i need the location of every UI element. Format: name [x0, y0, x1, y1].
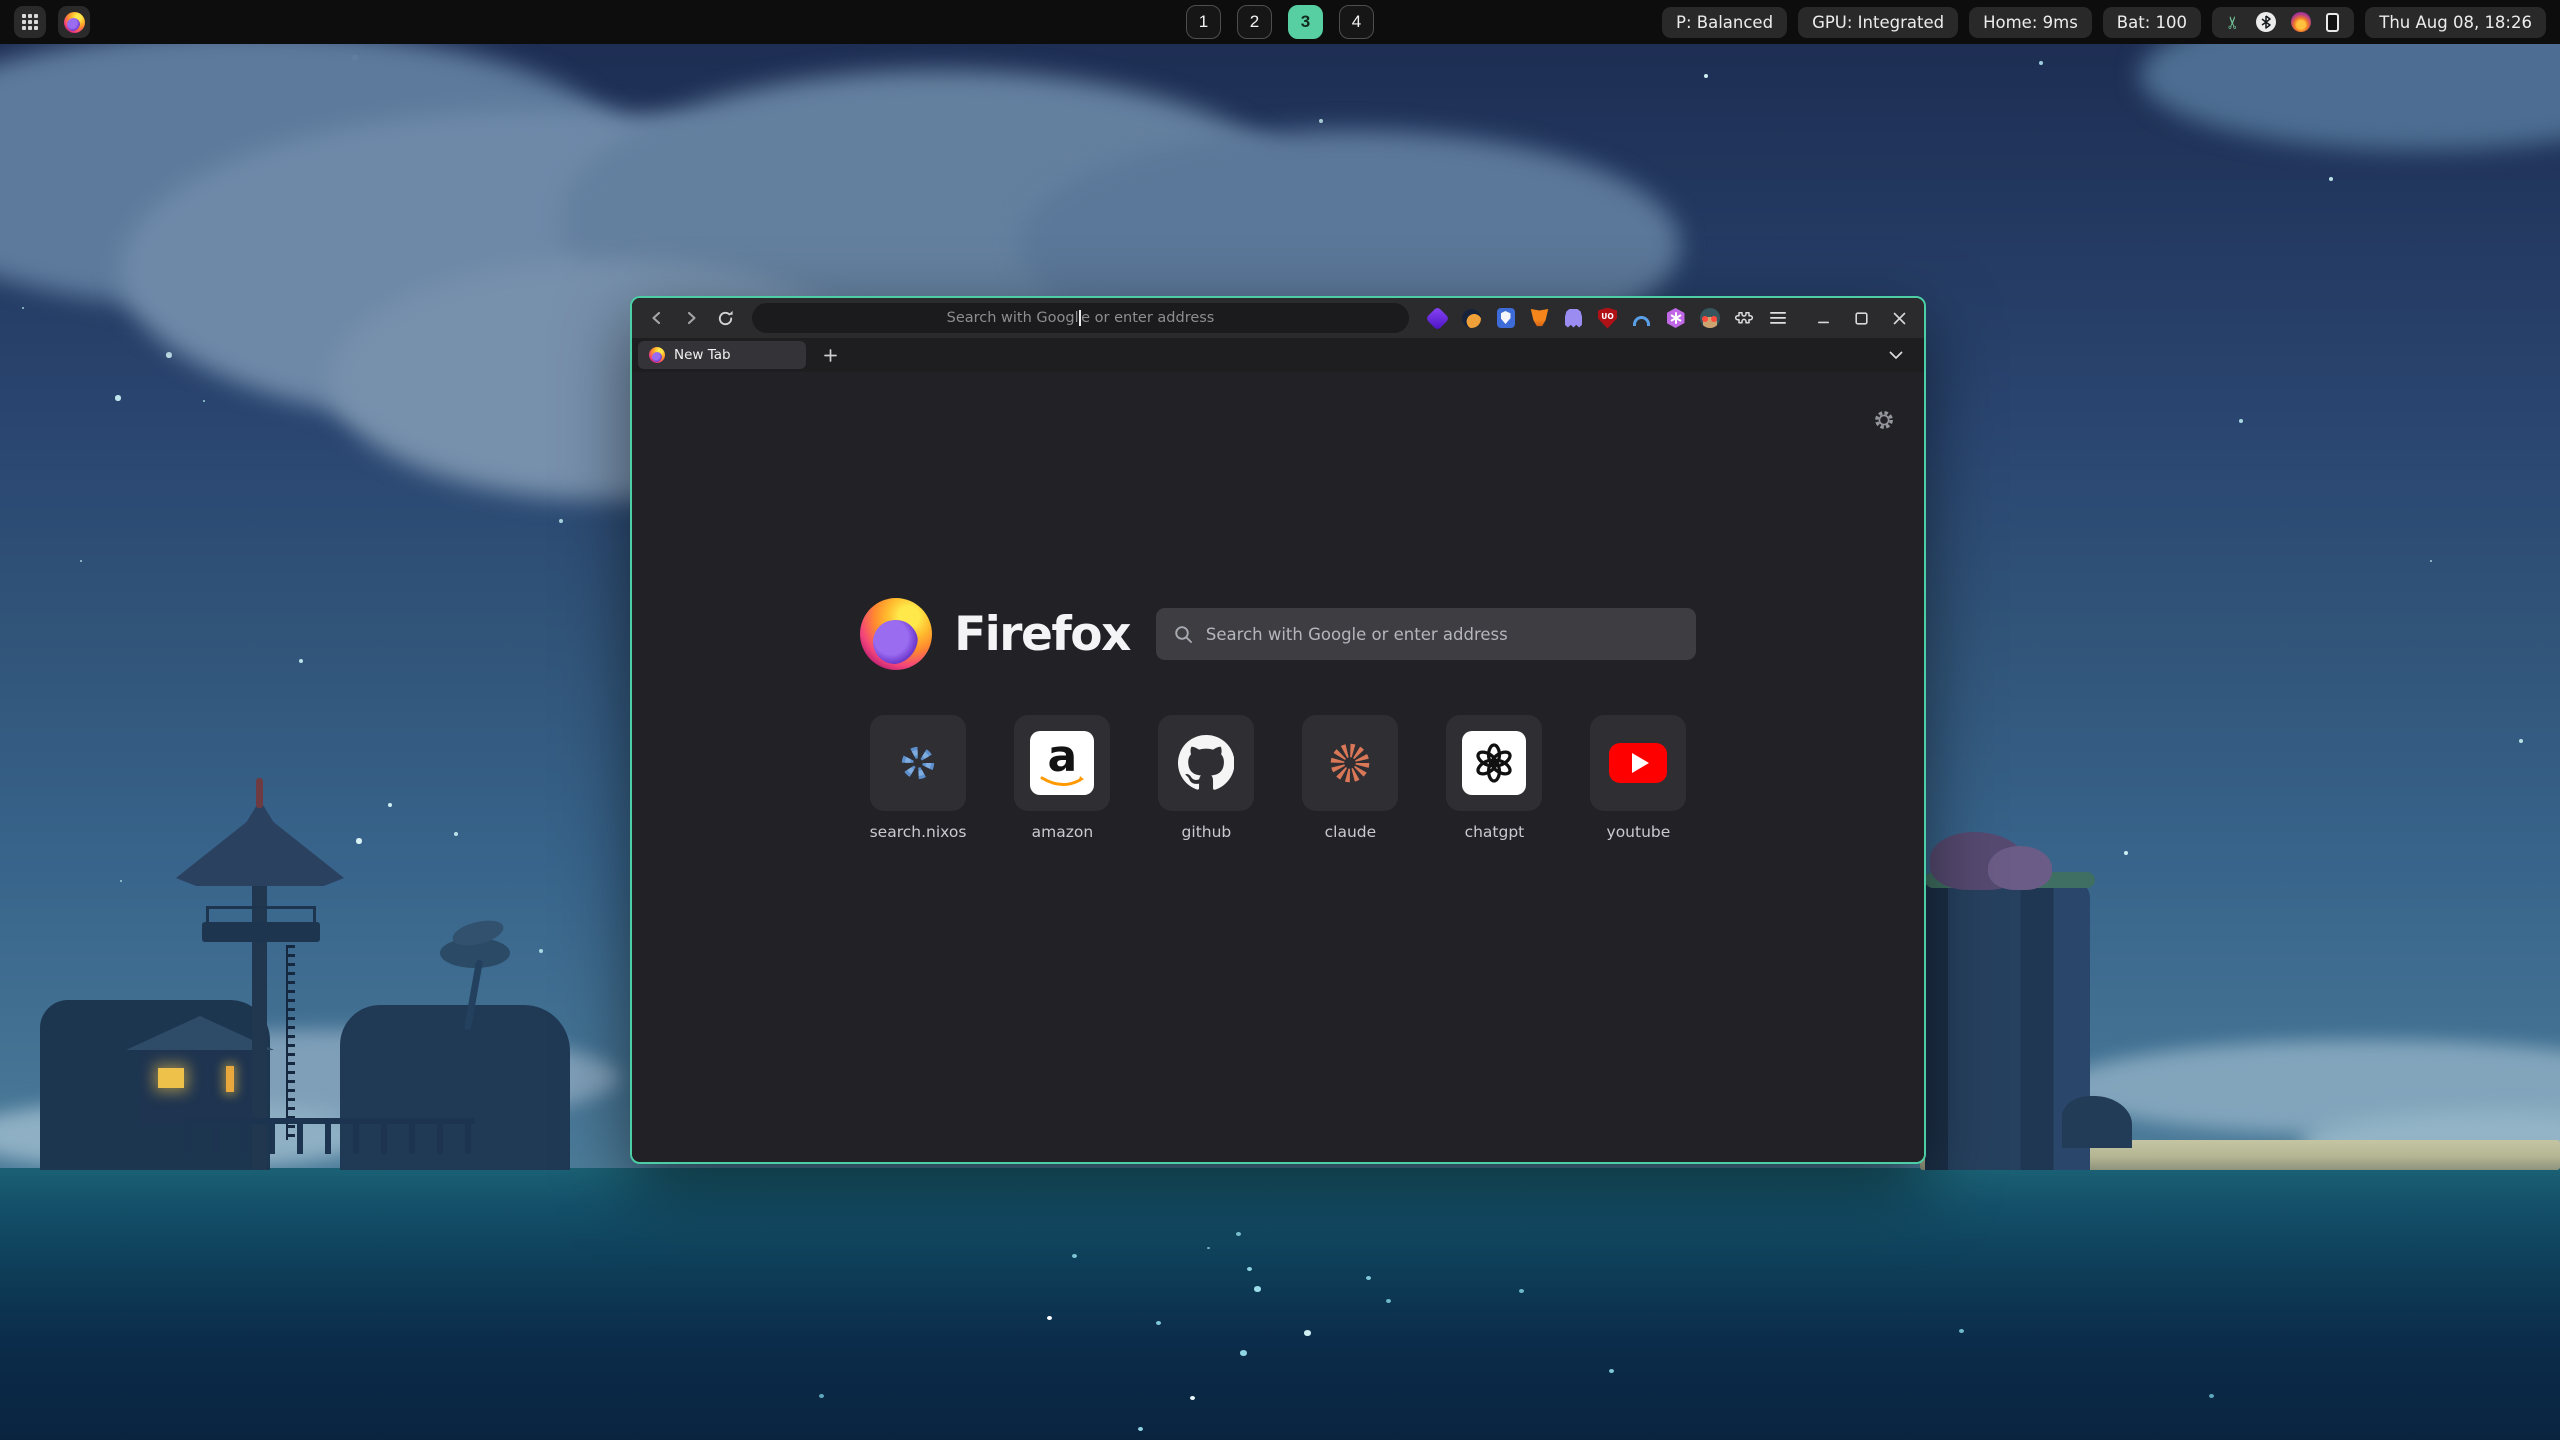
flame-icon[interactable]: [2291, 12, 2311, 32]
search-icon: [1174, 625, 1193, 644]
shortcut-claude[interactable]: claude: [1302, 715, 1398, 841]
scissors-icon[interactable]: ✂: [2226, 15, 2243, 29]
firefox-wordmark: Firefox: [954, 607, 1130, 662]
tab-new-tab[interactable]: New Tab: [638, 341, 806, 369]
window-controls: [1808, 304, 1914, 332]
chatgpt-openai-icon: [1446, 715, 1542, 811]
shortcut-chatgpt[interactable]: chatgpt: [1446, 715, 1542, 841]
phone-icon[interactable]: [2326, 13, 2339, 32]
tab-bar: New Tab: [632, 338, 1924, 372]
shortcut-label: github: [1182, 823, 1232, 841]
tab-list-chevron-icon[interactable]: [1882, 342, 1910, 368]
url-bar[interactable]: Search with Google or enter address: [752, 303, 1409, 333]
sea: [0, 1168, 2560, 1440]
workspace-switcher: 1 2 3 4: [1186, 5, 1374, 39]
github-octocat-icon: [1158, 715, 1254, 811]
shortcut-label: amazon: [1032, 823, 1094, 841]
hut-window-light: [226, 1066, 234, 1092]
metamask-fox-icon[interactable]: [1529, 308, 1550, 329]
shortcut-label: search.nixos: [870, 823, 967, 841]
hex-snowflake-icon[interactable]: [1665, 308, 1686, 329]
avatar-goggles-icon[interactable]: [1699, 308, 1720, 329]
claude-starburst-icon: [1302, 715, 1398, 811]
ghost-icon[interactable]: [1563, 308, 1584, 329]
shortcut-amazon[interactable]: a amazon: [1014, 715, 1110, 841]
rope-ladder: [286, 945, 295, 1140]
forward-button[interactable]: [676, 304, 706, 332]
app-launcher-button[interactable]: [14, 6, 46, 38]
wooden-walkway: [185, 1118, 475, 1154]
amazon-icon: a: [1014, 715, 1110, 811]
ublock-shield-icon[interactable]: UO: [1597, 308, 1618, 329]
purple-layers-icon[interactable]: [1427, 308, 1448, 329]
minimize-button[interactable]: [1808, 304, 1838, 332]
latency-widget[interactable]: Home: 9ms: [1969, 7, 2092, 38]
watchtower-platform: [202, 922, 320, 942]
close-button[interactable]: [1884, 304, 1914, 332]
boulder: [1988, 846, 2052, 890]
hut-window-light: [158, 1068, 184, 1088]
top-bar: 1 2 3 4 P: Balanced GPU: Integrated Home…: [0, 0, 2560, 44]
workspace-button-4[interactable]: 4: [1339, 5, 1374, 39]
tab-label: New Tab: [674, 347, 731, 363]
youtube-play-icon: [1590, 715, 1686, 811]
workspace-button-2[interactable]: 2: [1237, 5, 1272, 39]
top-bar-status: P: Balanced GPU: Integrated Home: 9ms Ba…: [1662, 7, 2546, 38]
firefox-window: Search with Google or enter address UO: [630, 296, 1926, 1164]
watchtower-finial: [256, 778, 263, 808]
puzzle-piece-icon[interactable]: [1733, 308, 1754, 329]
url-placeholder-right: e or enter address: [1081, 310, 1214, 326]
shortcut-grid: search.nixos a amazon github: [870, 715, 1687, 841]
newtab-search-input[interactable]: Search with Google or enter address: [1156, 608, 1696, 660]
watchtower-railing: [206, 906, 316, 922]
hamburger-menu-icon[interactable]: [1767, 308, 1788, 329]
workspace-button-3-active[interactable]: 3: [1288, 5, 1323, 39]
reload-button[interactable]: [710, 304, 740, 332]
firefox-icon: [64, 12, 85, 33]
firefox-favicon-icon: [649, 347, 665, 363]
extension-icons: UO: [1421, 308, 1794, 329]
new-tab-page: Firefox Search with Google or enter addr…: [632, 372, 1924, 1162]
workspace-button-1[interactable]: 1: [1186, 5, 1221, 39]
url-placeholder-left: Search with Googl: [947, 310, 1079, 326]
shortcut-label: youtube: [1607, 823, 1671, 841]
battery-widget[interactable]: Bat: 100: [2103, 7, 2201, 38]
shortcut-github[interactable]: github: [1158, 715, 1254, 841]
firefox-logo: [860, 598, 932, 670]
top-bar-left: [14, 6, 90, 38]
bluetooth-icon[interactable]: [2256, 12, 2276, 32]
power-profile-widget[interactable]: P: Balanced: [1662, 7, 1787, 38]
back-button[interactable]: [642, 304, 672, 332]
search-placeholder: Search with Google or enter address: [1206, 625, 1508, 644]
navigation-toolbar: Search with Google or enter address UO: [632, 298, 1924, 338]
shortcut-label: chatgpt: [1465, 823, 1525, 841]
personalize-gear-icon[interactable]: [1872, 408, 1896, 432]
firefox-launcher-button[interactable]: [58, 6, 90, 38]
blue-shield-lock-icon[interactable]: [1495, 308, 1516, 329]
blue-arc-icon[interactable]: [1631, 308, 1652, 329]
gpu-widget[interactable]: GPU: Integrated: [1798, 7, 1958, 38]
nixos-snowflake-icon: [870, 715, 966, 811]
new-tab-button[interactable]: [816, 342, 844, 368]
clock-widget[interactable]: Thu Aug 08, 18:26: [2365, 7, 2546, 38]
shortcut-youtube[interactable]: youtube: [1590, 715, 1686, 841]
system-tray: ✂: [2212, 7, 2354, 38]
dark-reader-icon[interactable]: [1461, 308, 1482, 329]
app-grid-icon: [22, 14, 38, 30]
shortcut-label: claude: [1325, 823, 1377, 841]
maximize-button[interactable]: [1846, 304, 1876, 332]
shortcut-search-nixos[interactable]: search.nixos: [870, 715, 967, 841]
newtab-hero: Firefox Search with Google or enter addr…: [860, 598, 1696, 670]
